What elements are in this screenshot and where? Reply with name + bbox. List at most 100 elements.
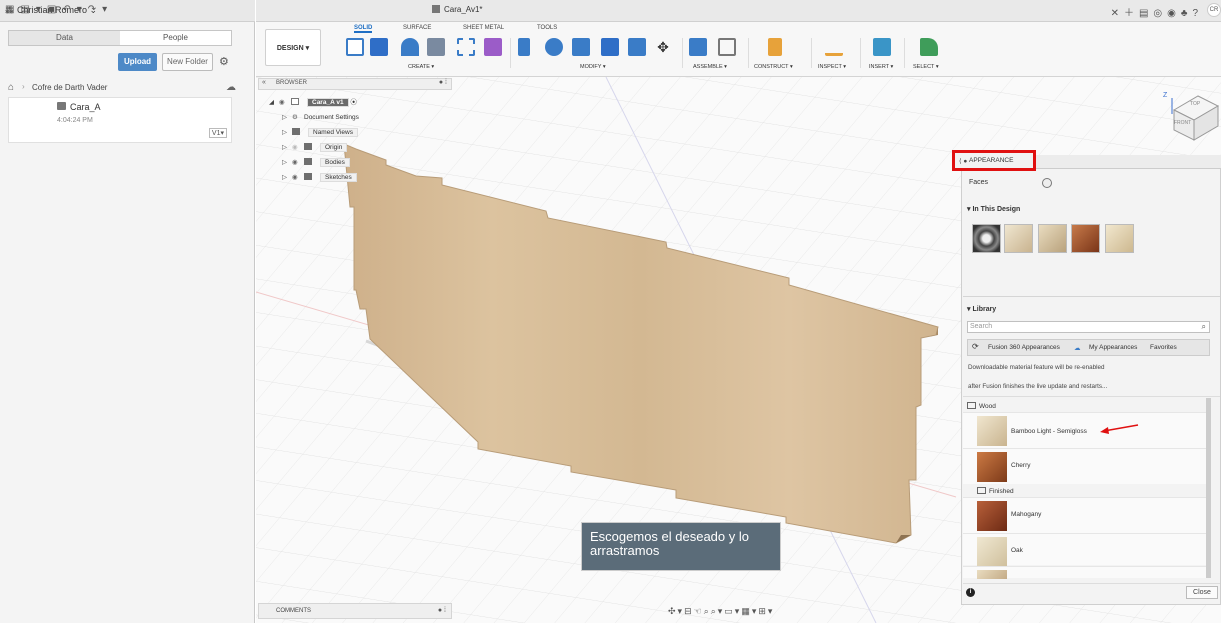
- comments-panel[interactable]: COMMENTS ● ⁞: [258, 603, 452, 619]
- workspace-switcher[interactable]: DESIGN ▾: [265, 29, 321, 66]
- combine-icon[interactable]: [628, 38, 646, 56]
- scrollbar[interactable]: [1206, 398, 1211, 578]
- expand-icon[interactable]: ▷: [282, 157, 292, 169]
- swatch-maple[interactable]: [1105, 224, 1134, 253]
- expand-icon[interactable]: ▷: [282, 112, 292, 124]
- revolve-icon[interactable]: [401, 38, 419, 56]
- create-form-icon[interactable]: [484, 38, 502, 56]
- view-cube[interactable]: Z TOP FRONT: [1160, 88, 1220, 144]
- tab-favorites[interactable]: Favorites: [1150, 344, 1177, 351]
- eye-hidden-icon[interactable]: ◉: [292, 142, 304, 154]
- faces-selector[interactable]: [1042, 178, 1052, 188]
- tab-fusion-appearances[interactable]: Fusion 360 Appearances: [988, 344, 1060, 351]
- tab-data[interactable]: Data: [9, 31, 120, 45]
- folder-wood[interactable]: Wood: [967, 402, 996, 410]
- browser-item-bodies[interactable]: ▷ ◉ Bodies: [282, 157, 350, 169]
- zoom-icon[interactable]: ⌕: [704, 606, 711, 616]
- search-input[interactable]: Search ⌕: [967, 321, 1210, 333]
- home-icon[interactable]: ⌂: [8, 82, 14, 93]
- browser-root[interactable]: ◢ ◉ Cara_A v1 ⦿: [269, 97, 357, 109]
- file-menu-icon[interactable]: ▤▾: [20, 4, 46, 15]
- pin-icon[interactable]: ● ⁞: [439, 79, 447, 86]
- eye-icon[interactable]: ◉: [279, 97, 291, 109]
- display-settings-icon[interactable]: ▭▾: [724, 606, 741, 616]
- material-mahogany[interactable]: Mahogany: [963, 497, 1207, 533]
- group-assemble[interactable]: ASSEMBLE ▾: [693, 64, 727, 70]
- shell-icon[interactable]: [601, 38, 619, 56]
- appearance-title-highlight[interactable]: ⟨ ● APPEARANCE: [952, 150, 1036, 171]
- chat-icon[interactable]: ▤: [1139, 8, 1153, 19]
- expand-icon[interactable]: ◢: [269, 97, 279, 109]
- group-select[interactable]: SELECT ▾: [913, 64, 939, 70]
- browser-header[interactable]: « BROWSER ● ⁞: [258, 78, 452, 90]
- material-partial[interactable]: [963, 566, 1207, 579]
- select-icon[interactable]: [920, 38, 938, 56]
- avatar[interactable]: CR: [1207, 3, 1221, 17]
- upload-button[interactable]: Upload: [118, 53, 157, 71]
- close-tab-icon[interactable]: ✕: [1111, 8, 1124, 19]
- material-oak[interactable]: Oak: [963, 533, 1207, 567]
- swatch-bamboo-light[interactable]: [1004, 224, 1033, 253]
- redo-icon[interactable]: ↷▾: [88, 4, 113, 15]
- eye-icon[interactable]: ◉: [292, 172, 304, 184]
- chamfer-icon[interactable]: [572, 38, 590, 56]
- grid-settings-icon[interactable]: ▦▾: [741, 606, 758, 616]
- offset-plane-icon[interactable]: [768, 38, 782, 56]
- viewcube-front-label[interactable]: FRONT: [1174, 120, 1191, 126]
- tab-sheet-metal[interactable]: SHEET METAL: [463, 25, 504, 31]
- look-at-icon[interactable]: ⊟: [684, 606, 694, 616]
- undo-icon[interactable]: ↶▾: [62, 4, 87, 15]
- viewports-icon[interactable]: ⊞▾: [758, 606, 774, 616]
- pattern-icon[interactable]: [457, 38, 475, 56]
- expand-icon[interactable]: ▷: [282, 172, 292, 184]
- browser-item-sketches[interactable]: ▷ ◉ Sketches: [282, 172, 357, 184]
- group-create[interactable]: CREATE ▾: [408, 64, 434, 70]
- grid-icon[interactable]: ▦: [5, 4, 20, 15]
- new-tab-icon[interactable]: ＋: [1124, 8, 1139, 19]
- swatch-cherry[interactable]: [1071, 224, 1100, 253]
- activate-icon[interactable]: ⦿: [350, 99, 357, 106]
- folder-finished[interactable]: Finished: [977, 487, 1014, 495]
- library-header[interactable]: ▾ Library: [967, 305, 996, 313]
- tab-solid[interactable]: SOLID: [354, 25, 373, 33]
- eye-icon[interactable]: ◉: [292, 157, 304, 169]
- group-inspect[interactable]: INSPECT ▾: [818, 64, 846, 70]
- gear-icon[interactable]: ⚙: [219, 55, 229, 68]
- collapse-icon[interactable]: «: [262, 79, 266, 86]
- create-sketch-icon[interactable]: [346, 38, 364, 56]
- new-folder-button[interactable]: New Folder: [162, 53, 213, 71]
- material-bamboo-light[interactable]: Bamboo Light - Semigloss: [963, 412, 1207, 448]
- expand-icon[interactable]: ▷: [282, 127, 292, 139]
- help-icon[interactable]: ?: [1192, 8, 1203, 19]
- fillet-icon[interactable]: [545, 38, 563, 56]
- close-button[interactable]: Close: [1186, 586, 1218, 599]
- group-insert[interactable]: INSERT ▾: [869, 64, 893, 70]
- tab-surface[interactable]: SURFACE: [403, 25, 431, 31]
- breadcrumb-project[interactable]: Cofre de Darth Vader: [32, 83, 107, 92]
- extensions-icon[interactable]: ♣: [1181, 8, 1193, 19]
- swatch-oak[interactable]: [1038, 224, 1067, 253]
- search-icon[interactable]: ⌕: [1202, 322, 1206, 332]
- refresh-icon[interactable]: ⟳: [972, 342, 979, 351]
- jobs-icon[interactable]: ◉: [1167, 8, 1181, 19]
- group-construct[interactable]: CONSTRUCT ▾: [754, 64, 793, 70]
- in-this-design-header[interactable]: ▾ In This Design: [967, 205, 1020, 213]
- swatch-chrome[interactable]: [972, 224, 1001, 253]
- version-badge[interactable]: V1▾: [208, 128, 227, 138]
- tab-tools[interactable]: TOOLS: [537, 25, 557, 31]
- tab-my-appearances[interactable]: My Appearances: [1089, 344, 1137, 351]
- expand-icon[interactable]: ▷: [282, 142, 292, 154]
- fit-icon[interactable]: ⌕▾: [711, 606, 725, 616]
- orbit-icon[interactable]: ✣▾: [668, 606, 684, 616]
- pin-icon[interactable]: ● ⁞: [438, 607, 446, 614]
- hole-icon[interactable]: [427, 38, 445, 56]
- save-icon[interactable]: ▣: [47, 4, 62, 15]
- measure-icon[interactable]: [825, 46, 843, 56]
- press-pull-icon[interactable]: [518, 38, 530, 56]
- browser-item-document-settings[interactable]: ▷ ⚙ Document Settings: [282, 112, 359, 124]
- extrude-icon[interactable]: [370, 38, 388, 56]
- sync-icon[interactable]: ◎: [1153, 8, 1167, 19]
- browser-item-origin[interactable]: ▷ ◉ Origin: [282, 142, 348, 154]
- move-icon[interactable]: ✥: [654, 38, 672, 56]
- file-card[interactable]: Cara_A 4:04:24 PM V1▾: [8, 97, 232, 143]
